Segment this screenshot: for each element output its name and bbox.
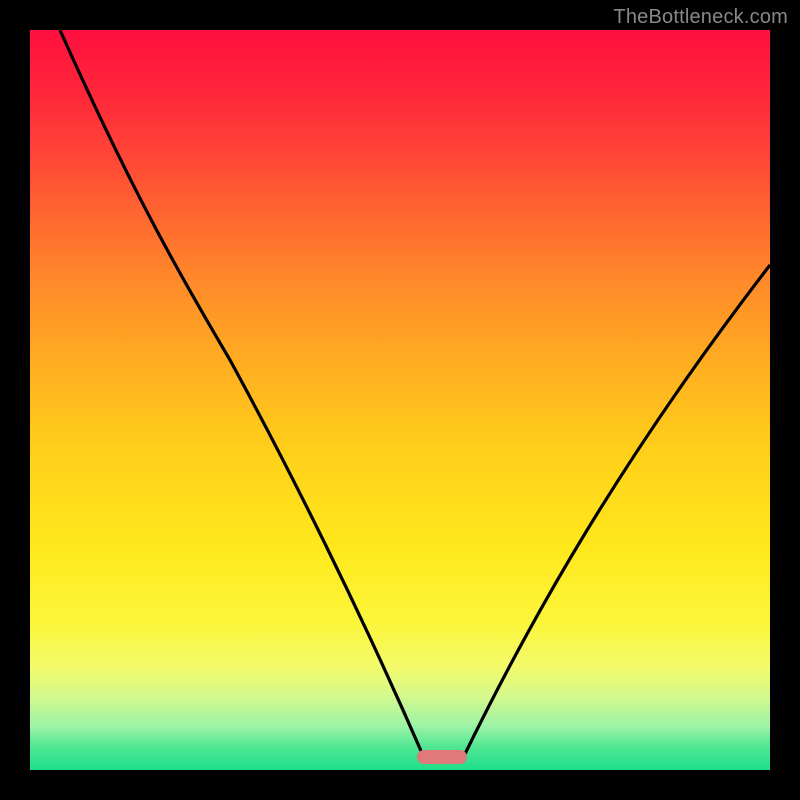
- bottleneck-marker: [417, 750, 467, 764]
- watermark-text: TheBottleneck.com: [613, 6, 788, 29]
- curve-left: [60, 30, 425, 760]
- curve-layer: [30, 30, 770, 770]
- chart-stage: TheBottleneck.com: [0, 0, 800, 800]
- plot-area: [30, 30, 770, 770]
- curve-right: [462, 265, 770, 760]
